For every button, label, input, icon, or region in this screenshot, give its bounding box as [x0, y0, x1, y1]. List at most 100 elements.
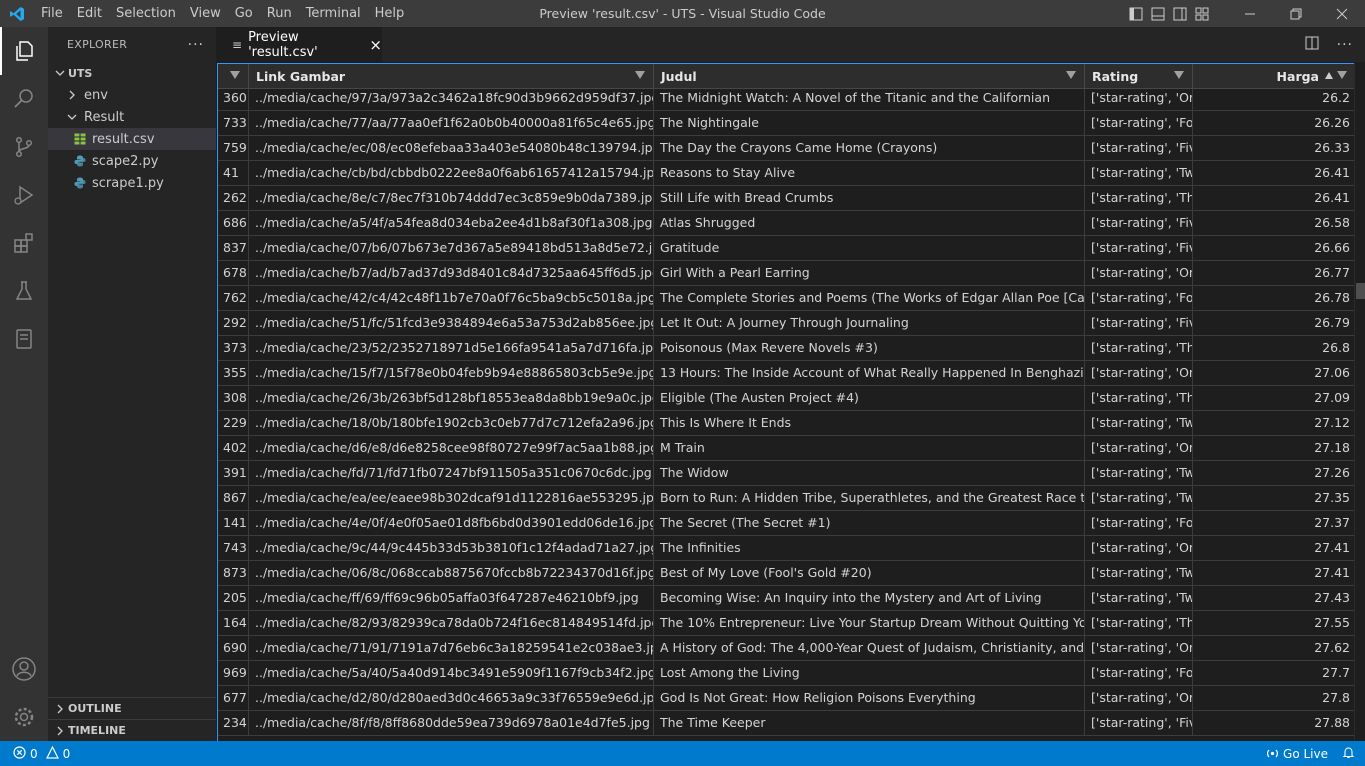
harga-cell[interactable]: 26.2	[1193, 86, 1354, 111]
outline-section[interactable]: OUTLINE	[48, 697, 216, 719]
link-gambar-cell[interactable]: ../media/cache/26/3b/263bf5d128bf18553ea…	[249, 386, 654, 411]
link-gambar-cell[interactable]: ../media/cache/07/b6/07b673e7d367a5e8941…	[249, 236, 654, 261]
table-row[interactable]: 262 ../media/cache/8e/c7/8ec7f310b74ddd7e…	[218, 186, 1354, 211]
table-row[interactable]: 402 ../media/cache/d6/e8/d6e8258cee98f807…	[218, 436, 1354, 461]
link-gambar-cell[interactable]: ../media/cache/77/aa/77aa0ef1f62a0b0b400…	[249, 111, 654, 136]
menu-go[interactable]: Go	[228, 0, 260, 27]
rating-cell[interactable]: ['star-rating', 'Two']	[1085, 411, 1193, 436]
testing-flask-icon[interactable]	[0, 267, 48, 315]
more-actions-icon[interactable]: ···	[1337, 37, 1353, 53]
link-gambar-cell[interactable]: ../media/cache/4e/0f/4e0f05ae01d8fb6bd0d…	[249, 511, 654, 536]
column-header-link-gambar[interactable]: Link Gambar	[249, 64, 654, 89]
close-window-icon[interactable]	[1319, 0, 1365, 27]
table-row[interactable]: 360 ../media/cache/97/3a/973a2c3462a18fc9…	[218, 86, 1354, 111]
filter-icon[interactable]	[1337, 71, 1347, 79]
harga-cell[interactable]: 27.41	[1193, 561, 1354, 586]
row-index-cell[interactable]: 360	[218, 86, 249, 111]
link-gambar-cell[interactable]: ../media/cache/d6/e8/d6e8258cee98f80727e…	[249, 436, 654, 461]
split-editor-icon[interactable]	[1305, 36, 1319, 54]
customize-layout-icon[interactable]	[1191, 0, 1213, 27]
row-index-cell[interactable]: 391	[218, 461, 249, 486]
table-row[interactable]: 690 ../media/cache/71/91/7191a7d76eb6c3a1…	[218, 636, 1354, 661]
table-row[interactable]: 205 ../media/cache/ff/69/ff69c96b05affa03…	[218, 586, 1354, 611]
toggle-sidebar-icon[interactable]	[1125, 0, 1147, 27]
link-gambar-cell[interactable]: ../media/cache/5a/40/5a40d914bc3491e5909…	[249, 661, 654, 686]
harga-cell[interactable]: 27.43	[1193, 586, 1354, 611]
judul-cell[interactable]: 13 Hours: The Inside Account of What Rea…	[654, 361, 1085, 386]
table-row[interactable]: 867 ../media/cache/ea/ee/eaee98b302dcaf91…	[218, 486, 1354, 511]
link-gambar-cell[interactable]: ../media/cache/ec/08/ec08efebaa33a403e54…	[249, 136, 654, 161]
harga-cell[interactable]: 27.26	[1193, 461, 1354, 486]
rating-cell[interactable]: ['star-rating', 'Five']	[1085, 711, 1193, 736]
judul-cell[interactable]: Atlas Shrugged	[654, 211, 1085, 236]
judul-cell[interactable]: Eligible (The Austen Project #4)	[654, 386, 1085, 411]
table-row[interactable]: 41 ../media/cache/cb/bd/cbbdb0222ee8a0f6a…	[218, 161, 1354, 186]
judul-cell[interactable]: M Train	[654, 436, 1085, 461]
tree-folder-env[interactable]: env	[48, 84, 216, 106]
column-header-harga[interactable]: Harga	[1193, 64, 1354, 89]
tab-preview-result-csv[interactable]: ≡ Preview 'result.csv' ×	[216, 27, 382, 62]
csv-data-grid[interactable]: 360 ../media/cache/97/3a/973a2c3462a18fc9…	[217, 63, 1354, 741]
link-gambar-cell[interactable]: ../media/cache/71/91/7191a7d76eb6c3a1825…	[249, 636, 654, 661]
menu-help[interactable]: Help	[368, 0, 412, 27]
rating-cell[interactable]: ['star-rating', 'Two']	[1085, 486, 1193, 511]
rating-cell[interactable]: ['star-rating', 'Three']	[1085, 611, 1193, 636]
menu-selection[interactable]: Selection	[109, 0, 183, 27]
row-index-cell[interactable]: 686	[218, 211, 249, 236]
menu-edit[interactable]: Edit	[70, 0, 109, 27]
rating-cell[interactable]: ['star-rating', 'Two']	[1085, 161, 1193, 186]
harga-cell[interactable]: 26.41	[1193, 186, 1354, 211]
timeline-section[interactable]: TIMELINE	[48, 719, 216, 741]
filter-icon[interactable]	[1066, 71, 1076, 79]
table-row[interactable]: 234 ../media/cache/8f/f8/8ff8680dde59ea73…	[218, 711, 1354, 736]
source-control-icon[interactable]	[0, 123, 48, 171]
link-gambar-cell[interactable]: ../media/cache/d2/80/d280aed3d0c46653a9c…	[249, 686, 654, 711]
link-gambar-cell[interactable]: ../media/cache/cb/bd/cbbdb0222ee8a0f6ab6…	[249, 161, 654, 186]
rating-cell[interactable]: ['star-rating', 'Five']	[1085, 136, 1193, 161]
row-index-cell[interactable]: 41	[218, 161, 249, 186]
table-row[interactable]: 164 ../media/cache/82/93/82939ca78da0b724…	[218, 611, 1354, 636]
rating-cell[interactable]: ['star-rating', 'Two']	[1085, 586, 1193, 611]
table-row[interactable]: 677 ../media/cache/d2/80/d280aed3d0c46653…	[218, 686, 1354, 711]
row-index-cell[interactable]: 690	[218, 636, 249, 661]
rating-cell[interactable]: ['star-rating', 'Four']	[1085, 286, 1193, 311]
judul-cell[interactable]: The Infinities	[654, 536, 1085, 561]
link-gambar-cell[interactable]: ../media/cache/ea/ee/eaee98b302dcaf91d11…	[249, 486, 654, 511]
row-index-cell[interactable]: 373	[218, 336, 249, 361]
run-debug-icon[interactable]	[0, 171, 48, 219]
row-index-cell[interactable]: 762	[218, 286, 249, 311]
rating-cell[interactable]: ['star-rating', 'Two']	[1085, 561, 1193, 586]
harga-cell[interactable]: 27.7	[1193, 661, 1354, 686]
remote-explorer-icon[interactable]	[0, 315, 48, 363]
table-row[interactable]: 355 ../media/cache/15/f7/15f78e0b04feb9b9…	[218, 361, 1354, 386]
harga-cell[interactable]: 27.88	[1193, 711, 1354, 736]
harga-cell[interactable]: 26.33	[1193, 136, 1354, 161]
table-row[interactable]: 373 ../media/cache/23/52/2352718971d5e166…	[218, 336, 1354, 361]
link-gambar-cell[interactable]: ../media/cache/97/3a/973a2c3462a18fc90d3…	[249, 86, 654, 111]
close-tab-icon[interactable]: ×	[369, 36, 382, 54]
row-index-cell[interactable]: 205	[218, 586, 249, 611]
harga-cell[interactable]: 27.41	[1193, 536, 1354, 561]
table-row[interactable]: 759 ../media/cache/ec/08/ec08efebaa33a403…	[218, 136, 1354, 161]
harga-cell[interactable]: 27.09	[1193, 386, 1354, 411]
rating-cell[interactable]: ['star-rating', 'One']	[1085, 536, 1193, 561]
rating-cell[interactable]: ['star-rating', 'One']	[1085, 686, 1193, 711]
rating-cell[interactable]: ['star-rating', 'One']	[1085, 86, 1193, 111]
link-gambar-cell[interactable]: ../media/cache/9c/44/9c445b33d53b3810f1c…	[249, 536, 654, 561]
row-index-cell[interactable]: 402	[218, 436, 249, 461]
table-row[interactable]: 391 ../media/cache/fd/71/fd71fb07247bf911…	[218, 461, 1354, 486]
judul-cell[interactable]: Let It Out: A Journey Through Journaling	[654, 311, 1085, 336]
link-gambar-cell[interactable]: ../media/cache/b7/ad/b7ad37d93d8401c84d7…	[249, 261, 654, 286]
harga-cell[interactable]: 26.66	[1193, 236, 1354, 261]
judul-cell[interactable]: The Complete Stories and Poems (The Work…	[654, 286, 1085, 311]
link-gambar-cell[interactable]: ../media/cache/42/c4/42c48f11b7e70a0f76c…	[249, 286, 654, 311]
more-actions-icon[interactable]: ···	[188, 37, 204, 53]
toggle-secondary-sidebar-icon[interactable]	[1169, 0, 1191, 27]
rating-cell[interactable]: ['star-rating', 'Three']	[1085, 386, 1193, 411]
rating-cell[interactable]: ['star-rating', 'Three']	[1085, 186, 1193, 211]
table-row[interactable]: 873 ../media/cache/06/8c/068ccab8875670fc…	[218, 561, 1354, 586]
link-gambar-cell[interactable]: ../media/cache/18/0b/180bfe1902cb3c0eb77…	[249, 411, 654, 436]
judul-cell[interactable]: The Widow	[654, 461, 1085, 486]
harga-cell[interactable]: 27.37	[1193, 511, 1354, 536]
link-gambar-cell[interactable]: ../media/cache/8f/f8/8ff8680dde59ea739d6…	[249, 711, 654, 736]
